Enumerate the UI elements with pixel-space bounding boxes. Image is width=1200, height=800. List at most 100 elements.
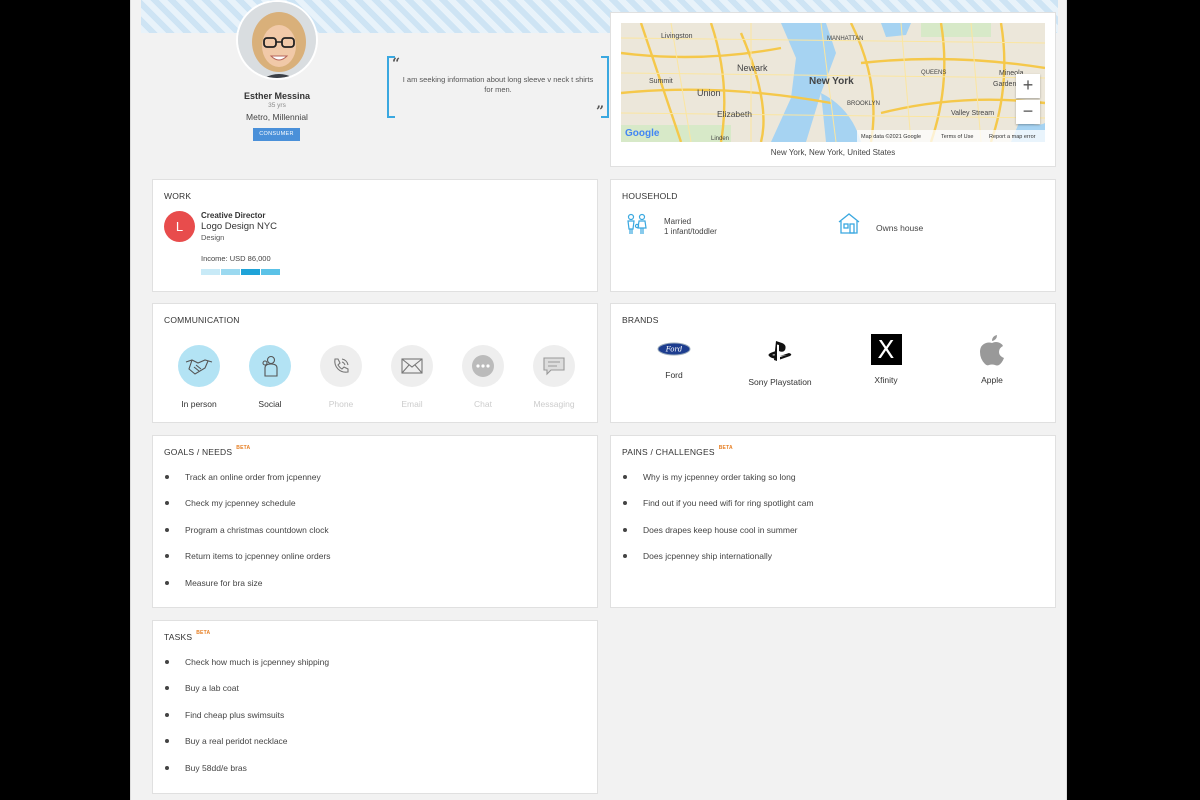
channel-circle [462, 345, 504, 387]
map-label: MANHATTAN [827, 36, 863, 42]
work-income: Income: USD 86,000 [201, 254, 271, 263]
playstation-logo [768, 341, 792, 361]
google-logo: Google [625, 128, 660, 139]
list-item: Find cheap plus swimsuits [164, 710, 329, 736]
goals-list: Track an online order from jcpenney Chec… [164, 472, 331, 604]
channel-social: Social [240, 345, 300, 409]
channel-label: Phone [328, 399, 354, 409]
channel-label: Messaging [533, 399, 575, 409]
list-item: Why is my jcpenney order taking so long [622, 472, 814, 498]
map-label: Summit [649, 78, 673, 85]
family-status: Married 1 infant/toddler [664, 217, 717, 237]
map-label: QUEENS [921, 70, 946, 76]
svg-text:Ford: Ford [665, 346, 683, 354]
list-item: Buy 58dd/e bras [164, 763, 329, 789]
list-item: Return items to jcpenney online orders [164, 551, 331, 577]
communication-card: COMMUNICATION In person Social Phone Ema… [152, 303, 598, 423]
map-label: Union [697, 88, 721, 98]
list-item: Check my jcpenney schedule [164, 498, 331, 524]
list-item: Find out if you need wifi for ring spotl… [622, 498, 814, 524]
map-label: Newark [737, 63, 768, 73]
brand-label: Sony Playstation [748, 377, 812, 387]
beta-badge: BETA [196, 630, 211, 636]
ford-logo: Ford [657, 342, 691, 356]
goals-card: GOALS / NEEDS BETA Track an online order … [152, 435, 598, 608]
channel-circle [178, 345, 220, 387]
profile-name: Esther Messina [243, 91, 311, 101]
pains-card: PAINS / CHALLENGES BETA Why is my jcpenne… [610, 435, 1056, 608]
tasks-list: Check how much is jcpenney shipping Buy … [164, 657, 329, 789]
persona-page: Esther Messina 35 yrs Metro, Millennial … [130, 0, 1067, 800]
work-title: WORK [164, 191, 192, 201]
map-label: Livingston [661, 33, 693, 40]
chat-icon [472, 355, 494, 377]
brand-apple: Apple [942, 334, 1042, 385]
house-icon [837, 212, 861, 239]
channel-in-person: In person [169, 345, 229, 409]
list-item: Check how much is jcpenney shipping [164, 657, 329, 683]
beta-badge: BETA [236, 445, 251, 451]
zoom-out-button[interactable]: − [1016, 100, 1040, 124]
list-item: Program a christmas countdown clock [164, 525, 331, 551]
avatar [236, 0, 318, 80]
brands-card: BRANDS Ford Ford Sony Playstation X Xfin… [610, 303, 1056, 423]
profile-section: Esther Messina 35 yrs Metro, Millennial … [141, 0, 609, 168]
channel-circle [320, 345, 362, 387]
marital-status: Married [664, 217, 692, 226]
brand-label: Ford [665, 370, 683, 380]
map-report-link: Report a map error [989, 134, 1036, 140]
list-item: Buy a lab coat [164, 683, 329, 709]
envelope-icon [401, 358, 423, 374]
channel-email: Email [382, 345, 442, 409]
income-segment [241, 269, 260, 275]
household-title: HOUSEHOLD [622, 191, 678, 201]
company-logo: L [164, 211, 195, 242]
channel-messaging: Messaging [524, 345, 584, 409]
brands-title: BRANDS [622, 315, 659, 325]
work-card: WORK L Creative Director Logo Design NYC… [152, 179, 598, 292]
open-quote-icon: “ [392, 56, 401, 72]
home-ownership: Owns house [876, 223, 924, 233]
work-industry: Design [201, 233, 225, 242]
channel-label: Social [258, 399, 282, 409]
channel-chat: Chat [453, 345, 513, 409]
map-attribution: Map data ©2021 Google [861, 133, 921, 140]
list-item: Buy a real peridot necklace [164, 736, 329, 762]
map-label: Linden [711, 136, 729, 142]
family-icon [625, 213, 649, 240]
close-quote-icon: ” [595, 104, 604, 120]
location-caption: New York, New York, United States [770, 148, 896, 157]
tasks-card: TASKS BETA Check how much is jcpenney shi… [152, 620, 598, 794]
consumer-badge: CONSUMER [253, 128, 300, 141]
income-segment [221, 269, 240, 275]
brand-label: Xfinity [874, 375, 898, 385]
list-item: Does drapes keep house cool in summer [622, 525, 814, 551]
goals-title: GOALS / NEEDS BETA [164, 445, 251, 457]
tasks-title: TASKS BETA [164, 630, 211, 642]
phone-icon [334, 358, 349, 373]
xfinity-logo: X [870, 334, 902, 365]
channel-label: Chat [474, 399, 492, 409]
map-terms-link: Terms of Use [941, 134, 973, 140]
brand-playstation: Sony Playstation [730, 334, 830, 387]
handshake-icon [185, 359, 213, 375]
list-item: Measure for bra size [164, 578, 331, 604]
profile-age: 35 yrs [268, 102, 286, 109]
apple-logo [980, 335, 1004, 366]
channel-circle [249, 345, 291, 387]
children-status: 1 infant/toddler [664, 227, 717, 236]
channel-label: In person [181, 399, 217, 409]
channel-label: Email [401, 399, 423, 409]
income-meter [201, 269, 280, 275]
quote-text: I am seeking information about long slee… [402, 75, 594, 94]
household-card: HOUSEHOLD Married 1 infant/toddler Owns … [610, 179, 1056, 292]
profile-segment: Metro, Millennial [246, 112, 308, 122]
zoom-in-button[interactable]: + [1016, 74, 1040, 98]
channel-phone: Phone [311, 345, 371, 409]
pains-title: PAINS / CHALLENGES BETA [622, 445, 733, 457]
channel-circle [391, 345, 433, 387]
communication-title: COMMUNICATION [164, 315, 240, 325]
map-label: New York [809, 76, 854, 87]
persona-quote: “ ” I am seeking information about long … [387, 56, 609, 120]
location-map[interactable]: Livingston Newark Union Summit Elizabeth… [621, 23, 1045, 142]
